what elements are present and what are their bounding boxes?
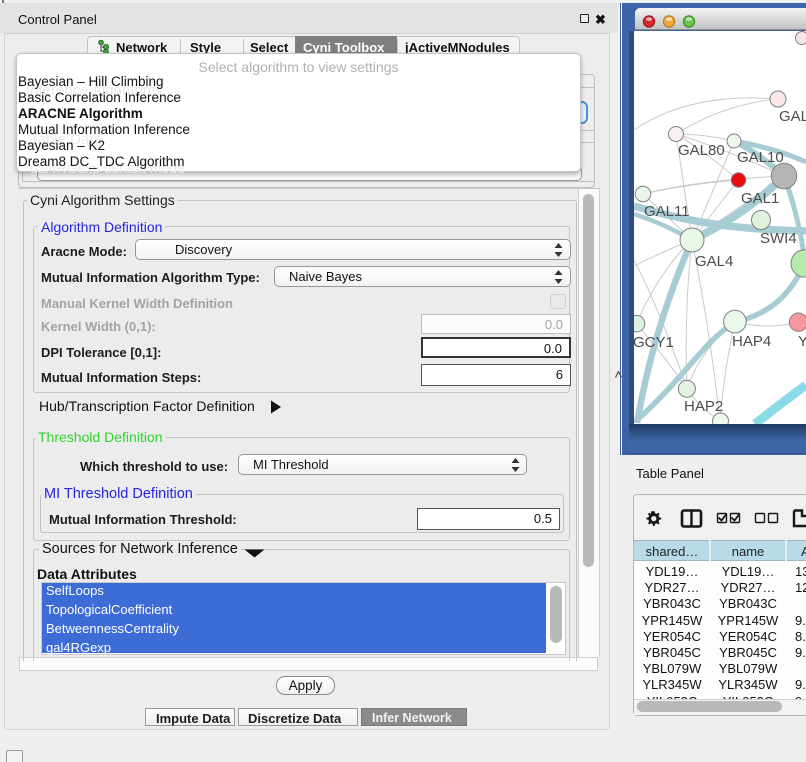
- svg-text:GAL80: GAL80: [678, 142, 725, 159]
- svg-text:HAP4: HAP4: [732, 333, 771, 350]
- svg-text:GAL1: GAL1: [741, 190, 779, 207]
- svg-text:GAL4: GAL4: [695, 253, 733, 270]
- svg-text:GCY1: GCY1: [634, 334, 674, 351]
- svg-text:Y: Y: [798, 333, 806, 350]
- svg-text:HAP2: HAP2: [684, 398, 723, 415]
- svg-text:GAL7: GAL7: [779, 108, 806, 125]
- svg-text:GAL11: GAL11: [644, 203, 690, 220]
- svg-text:GAL10: GAL10: [737, 149, 784, 166]
- svg-text:SWI4: SWI4: [760, 230, 797, 247]
